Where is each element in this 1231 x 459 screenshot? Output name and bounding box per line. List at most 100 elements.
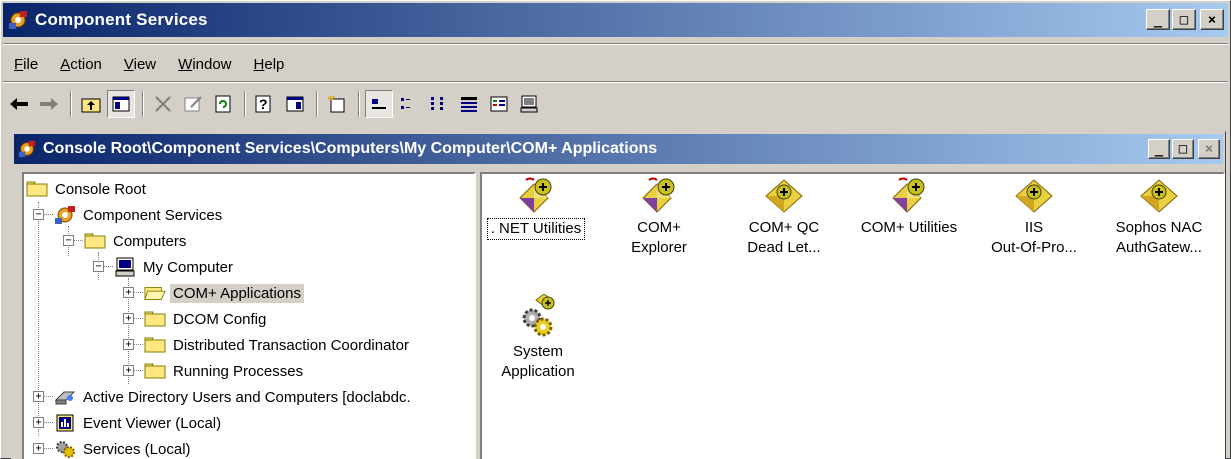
- com-app-running-icon: [519, 177, 552, 213]
- folder-icon: [84, 232, 106, 250]
- com-app-icon: [1015, 179, 1053, 213]
- tree-line: [73, 240, 83, 241]
- back-icon[interactable]: [5, 90, 33, 118]
- console-child-window: Console Root\Component Services\Computer…: [11, 131, 1226, 459]
- toolbar-separator: [244, 91, 246, 117]
- svg-text:?: ?: [259, 96, 268, 112]
- app-item[interactable]: System Application: [482, 294, 598, 382]
- com-app-icon: [765, 179, 803, 213]
- title-bar[interactable]: Component Services _ □ ×: [3, 3, 1228, 37]
- result-pane[interactable]: . NET Utilities COM+ Explorer COM+ QC De…: [480, 172, 1225, 459]
- toolbar-separator: [142, 91, 144, 117]
- toolbar-separator: [358, 91, 360, 117]
- window-title: Component Services: [35, 10, 208, 29]
- app-item[interactable]: COM+ Utilities: [849, 176, 969, 238]
- folder-icon: [144, 362, 166, 380]
- folder-icon: [26, 180, 48, 198]
- system-app-icon: [522, 294, 555, 337]
- expand-toggle[interactable]: +: [123, 365, 134, 376]
- toolbar-separator: [70, 91, 72, 117]
- tree-line: [43, 214, 53, 215]
- properties-icon[interactable]: [179, 90, 207, 118]
- status-view-icon[interactable]: [485, 90, 513, 118]
- tree-item-active-directory[interactable]: Active Directory Users and Computers [do…: [54, 384, 414, 410]
- expand-toggle[interactable]: +: [123, 313, 134, 324]
- tree-item-console-root[interactable]: Console Root: [26, 176, 149, 202]
- small-icons-icon[interactable]: [395, 90, 423, 118]
- folder-icon: [144, 336, 166, 354]
- tree-item-component-services[interactable]: Component Services: [54, 202, 225, 228]
- collapse-toggle[interactable]: −: [33, 209, 44, 220]
- tree-item-computers[interactable]: Computers: [84, 228, 189, 254]
- menu-file[interactable]: File: [3, 56, 49, 73]
- child-close-button[interactable]: ×: [1198, 139, 1220, 159]
- tree-line: [43, 422, 53, 423]
- tree-line: [43, 448, 53, 449]
- up-folder-icon[interactable]: [77, 90, 105, 118]
- tree-item-services[interactable]: Services (Local): [54, 436, 194, 459]
- tree-item-my-computer[interactable]: My Computer: [114, 254, 236, 280]
- component-services-icon: [18, 140, 36, 158]
- delete-icon[interactable]: [149, 90, 177, 118]
- app-item[interactable]: . NET Utilities: [482, 176, 596, 240]
- menu-view[interactable]: View: [113, 56, 167, 73]
- show-hide-action-pane-icon[interactable]: [281, 90, 309, 118]
- tree-item-running-processes[interactable]: Running Processes: [144, 358, 306, 384]
- help-icon[interactable]: ?: [251, 90, 279, 118]
- child-maximize-button[interactable]: □: [1172, 139, 1194, 159]
- expand-toggle[interactable]: +: [33, 443, 44, 454]
- tree-line: [133, 292, 143, 293]
- collapse-toggle[interactable]: −: [93, 261, 104, 272]
- component-services-icon: [54, 206, 76, 224]
- list-view-icon[interactable]: [425, 90, 453, 118]
- open-folder-icon: [144, 284, 166, 302]
- app-item[interactable]: Sophos NAC AuthGatew...: [1099, 176, 1219, 258]
- toolbar-separator: [316, 91, 318, 117]
- app-item[interactable]: COM+ QC Dead Let...: [724, 176, 844, 258]
- app-item[interactable]: COM+ Explorer: [599, 176, 719, 258]
- detail-view-icon[interactable]: [455, 90, 483, 118]
- expand-toggle[interactable]: +: [123, 287, 134, 298]
- services-icon: [54, 440, 76, 458]
- tree-line: [43, 396, 53, 397]
- refresh-icon[interactable]: [209, 90, 237, 118]
- maximize-button[interactable]: □: [1172, 9, 1196, 30]
- main-window: Component Services _ □ × File Action Vie…: [0, 0, 1231, 459]
- app-item[interactable]: IIS Out-Of-Pro...: [974, 176, 1094, 258]
- menu-window[interactable]: Window: [167, 56, 242, 73]
- large-icons-icon[interactable]: [365, 90, 393, 118]
- tree-line: [133, 370, 143, 371]
- divider: [3, 81, 1228, 83]
- tree-item-event-viewer[interactable]: Event Viewer (Local): [54, 410, 224, 436]
- computer-icon[interactable]: [515, 90, 543, 118]
- component-services-icon: [9, 11, 27, 29]
- folder-icon: [144, 310, 166, 328]
- menu-help[interactable]: Help: [243, 56, 296, 73]
- forward-icon[interactable]: [35, 90, 63, 118]
- new-icon[interactable]: [323, 90, 351, 118]
- com-app-icon: [1140, 179, 1178, 213]
- menu-action[interactable]: Action: [49, 56, 113, 73]
- tree-line: [103, 266, 113, 267]
- tree-item-distributed-transaction-coordinator[interactable]: Distributed Transaction Coordinator: [144, 332, 412, 358]
- child-title-bar[interactable]: Console Root\Component Services\Computer…: [14, 134, 1223, 164]
- close-button[interactable]: ×: [1200, 9, 1224, 30]
- collapse-toggle[interactable]: −: [63, 235, 74, 246]
- active-directory-icon: [54, 388, 76, 406]
- child-minimize-button[interactable]: _: [1148, 139, 1170, 159]
- expand-toggle[interactable]: +: [33, 391, 44, 402]
- com-app-running-icon: [642, 177, 675, 213]
- tree-item-com-applications[interactable]: COM+ Applications: [144, 280, 304, 306]
- tree-pane[interactable]: − − − + + + + + + + Console Root Compone…: [22, 172, 476, 459]
- minimize-button[interactable]: _: [1146, 9, 1170, 30]
- expand-toggle[interactable]: +: [123, 339, 134, 350]
- event-viewer-icon: [54, 414, 76, 432]
- tree-item-dcom-config[interactable]: DCOM Config: [144, 306, 269, 332]
- com-app-running-icon: [892, 177, 925, 213]
- show-hide-tree-icon[interactable]: [107, 90, 135, 118]
- expand-toggle[interactable]: +: [33, 417, 44, 428]
- toolbar: ?: [5, 87, 545, 121]
- divider: [3, 43, 1228, 45]
- tree-line: [133, 344, 143, 345]
- computer-icon: [114, 257, 136, 277]
